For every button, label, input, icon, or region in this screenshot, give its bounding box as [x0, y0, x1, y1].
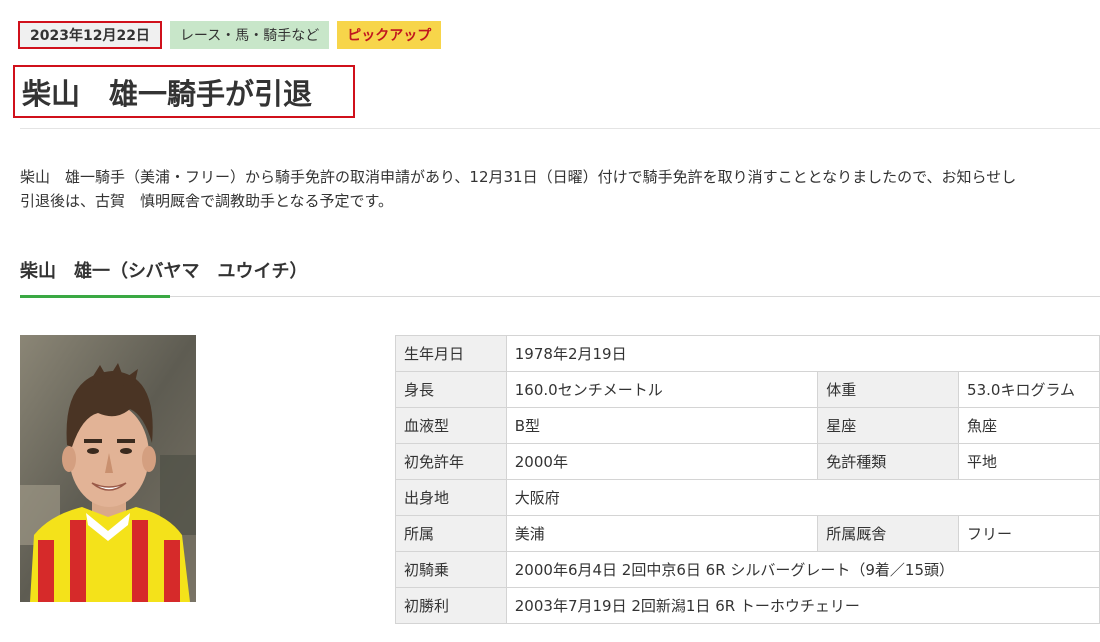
article-paragraph: 柴山 雄一騎手（美浦・フリー）から騎手免許の取消申請があり、12月31日（日曜）…: [20, 168, 1017, 186]
table-row: 生年月日 1978年2月19日: [395, 335, 1100, 372]
profile-value: 2000年6月4日 2回中京6日 6R シルバーグレート（9着／15頭）: [505, 551, 1100, 588]
section-divider: [20, 296, 1100, 297]
jockey-photo: [20, 335, 196, 602]
table-row: 所属 美浦 所属厩舎 フリー: [395, 515, 1100, 552]
profile-label: 生年月日: [395, 335, 507, 372]
profile-value: 魚座: [958, 407, 1100, 444]
profile-value: 160.0センチメートル: [505, 371, 819, 408]
profile-table: 生年月日 1978年2月19日 身長 160.0センチメートル 体重 53.0キログラム血…: [395, 335, 1100, 624]
table-row: 初騎乗 2000年6月4日 2回中京6日 6R シルバーグレート（9着／15頭）: [395, 551, 1100, 588]
profile-value: フリー: [958, 515, 1100, 552]
profile-value: B型: [505, 407, 819, 444]
profile-label: 初騎乗: [395, 551, 507, 588]
article-title-box: 柴山 雄一騎手が引退: [13, 65, 355, 118]
profile-label: 星座: [817, 407, 960, 444]
profile-value: 53.0キログラム: [958, 371, 1100, 408]
table-row: 身長 160.0センチメートル 体重 53.0キログラム: [395, 371, 1100, 408]
table-row: 初免許年 2000年 免許種類 平地: [395, 443, 1100, 480]
profile-label: 身長: [395, 371, 507, 408]
table-row: 血液型 B型 星座 魚座: [395, 407, 1100, 444]
jockey-portrait-icon: [20, 335, 196, 602]
table-row: 出身地 大阪府: [395, 479, 1100, 516]
profile-label: 体重: [817, 371, 960, 408]
profile-value: 大阪府: [505, 479, 1100, 516]
profile-label: 出身地: [395, 479, 507, 516]
profile-label: 所属厩舎: [817, 515, 960, 552]
table-row: 初勝利 2003年7月19日 2回新潟1日 6R トーホウチェリー: [395, 587, 1100, 624]
profile-label: 初勝利: [395, 587, 507, 624]
category-tag[interactable]: レース・馬・騎手など: [169, 21, 330, 49]
profile-value: 1978年2月19日: [505, 335, 1100, 372]
date-badge: 2023年12月22日: [18, 21, 162, 49]
profile-value: 2000年: [505, 443, 819, 480]
article-paragraph: 引退後は、古賀 慎明厩舎で調教助手となる予定です。: [20, 192, 394, 210]
profile-heading: 柴山 雄一（シバヤマ ユウイチ）: [20, 261, 308, 282]
article-body: 柴山 雄一騎手（美浦・フリー）から騎手免許の取消申請があり、12月31日（日曜）…: [20, 165, 1100, 213]
profile-label: 初免許年: [395, 443, 507, 480]
page-title: 柴山 雄一騎手が引退: [22, 76, 313, 111]
profile-label: 免許種類: [817, 443, 960, 480]
section-accent-bar: [20, 295, 170, 298]
profile-value: 美浦: [505, 515, 819, 552]
profile-label: 所属: [395, 515, 507, 552]
title-divider: [20, 128, 1100, 129]
profile-value: 2003年7月19日 2回新潟1日 6R トーホウチェリー: [505, 587, 1100, 624]
article-tags: 2023年12月22日 レース・馬・騎手など ピックアップ: [18, 21, 442, 49]
profile-label: 血液型: [395, 407, 507, 444]
pickup-tag[interactable]: ピックアップ: [337, 21, 442, 49]
profile-value: 平地: [958, 443, 1100, 480]
